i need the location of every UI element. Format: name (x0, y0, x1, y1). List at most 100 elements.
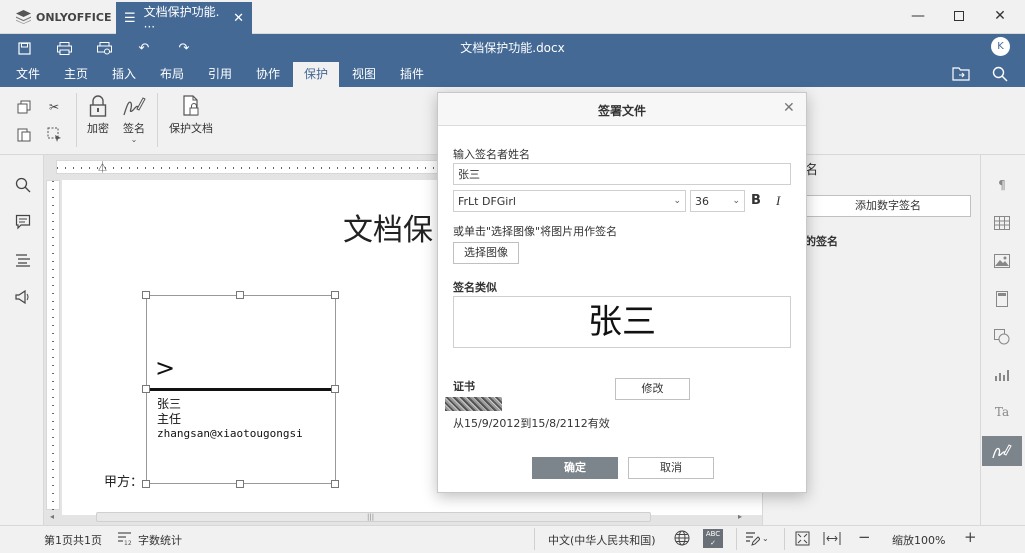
toolbar-divider (157, 93, 158, 147)
resize-handle[interactable] (142, 385, 150, 393)
document-tab[interactable]: ☰ 文档保护功能. ··· ✕ (116, 2, 252, 34)
search-icon[interactable] (992, 66, 1008, 82)
hamburger-icon[interactable]: ☰ (124, 11, 136, 26)
encrypt-label: 加密 (87, 122, 109, 135)
font-name-select[interactable]: FrLt DFGirl ⌄ (453, 190, 686, 212)
zoom-in-icon[interactable]: + (964, 528, 977, 546)
text-art-settings-icon[interactable]: Ta (991, 401, 1013, 423)
signature-line-object[interactable]: > 张三 主任 zhangsan@xiaotougongsi (146, 295, 336, 484)
select-all-icon[interactable] (45, 125, 63, 143)
status-divider (784, 528, 785, 550)
quick-access-bar: ↶ ↷ 文档保护功能.docx K (0, 34, 1025, 62)
spellcheck-icon[interactable]: ABC ✓ (703, 529, 723, 548)
resize-handle[interactable] (236, 480, 244, 488)
document-tab-title: 文档保护功能. ··· (143, 4, 220, 34)
maximize-icon[interactable] (949, 6, 969, 26)
vertical-ruler[interactable] (46, 180, 60, 511)
copy-icon[interactable] (15, 98, 33, 116)
resize-handle[interactable] (331, 291, 339, 299)
tab-layout[interactable]: 布局 (150, 62, 194, 87)
onlyoffice-window: ONLYOFFICE ☰ 文档保护功能. ··· ✕ — ✕ ↶ ↷ 文档保护功… (0, 0, 1025, 553)
signature-preview: 张三 (453, 296, 791, 348)
table-settings-icon[interactable] (991, 212, 1013, 234)
modify-certificate-button[interactable]: 修改 (615, 378, 690, 400)
ok-button[interactable]: 确定 (532, 457, 618, 479)
tab-collaboration[interactable]: 协作 (246, 62, 290, 87)
italic-button[interactable]: I (776, 193, 780, 209)
tab-insert[interactable]: 插入 (102, 62, 146, 87)
image-settings-icon[interactable] (991, 250, 1013, 272)
dialog-header: 签署文件 ✕ (438, 93, 806, 126)
font-size-select[interactable]: 36 ⌄ (690, 190, 745, 212)
font-name-value: FrLt DFGirl (458, 194, 516, 208)
sign-document-dialog: 签署文件 ✕ 输入签名者姓名 FrLt DFGirl ⌄ 36 ⌄ B I 或单… (437, 92, 807, 493)
chevron-down-icon: ⌄ (732, 196, 740, 206)
scroll-right-icon[interactable]: ▸ (738, 512, 742, 521)
bold-button[interactable]: B (751, 193, 761, 208)
tab-protection[interactable]: 保护 (293, 62, 339, 87)
resize-handle[interactable] (331, 385, 339, 393)
comments-icon[interactable] (13, 212, 33, 232)
signature-pen-icon (123, 97, 146, 116)
header-footer-settings-icon[interactable] (991, 288, 1013, 310)
signature-line (147, 388, 335, 391)
ruler-ticks (47, 181, 59, 511)
tab-references[interactable]: 引用 (198, 62, 242, 87)
indent-marker-icon[interactable]: ⏃ (97, 159, 108, 175)
feedback-megaphone-icon[interactable] (13, 287, 33, 307)
navigation-icon[interactable] (13, 250, 33, 270)
signer-name-input[interactable] (453, 163, 791, 185)
certificate-label: 证书 (453, 380, 475, 393)
signature-settings-icon[interactable] (982, 436, 1022, 466)
tab-file[interactable]: 文件 (6, 62, 50, 87)
menu-bar: 文件 主页 插入 布局 引用 协作 保护 视图 插件 (0, 62, 1025, 87)
track-changes-icon[interactable]: ⌄ (745, 530, 771, 547)
scroll-left-icon[interactable]: ◂ (50, 512, 54, 521)
horizontal-scrollbar[interactable]: ||| (96, 512, 651, 522)
word-count-button[interactable]: 字数统计 (138, 532, 182, 548)
chevron-down-icon: ⌄ (673, 196, 681, 206)
fit-width-icon[interactable] (823, 531, 841, 547)
paragraph-settings-icon[interactable]: ¶ (991, 174, 1013, 196)
add-digital-signature-button[interactable]: 添加数字签名 (805, 195, 971, 217)
close-dialog-icon[interactable]: ✕ (783, 100, 795, 116)
globe-icon[interactable] (674, 530, 691, 547)
resize-handle[interactable] (142, 480, 150, 488)
signer-email: zhangsan@xiaotougongsi (157, 427, 303, 440)
tab-view[interactable]: 视图 (342, 62, 386, 87)
minimize-icon[interactable]: — (908, 6, 928, 26)
resize-handle[interactable] (142, 291, 150, 299)
language-selector[interactable]: 中文(中华人民共和国) (548, 532, 656, 548)
status-bar: 第1页共1页 123 字数统计 中文(中华人民共和国) ABC✓ ⌄ − 缩放1… (0, 525, 1025, 553)
party-label: 甲方： (104, 475, 144, 490)
cut-icon[interactable]: ✂ (45, 98, 63, 116)
svg-text:123: 123 (124, 540, 132, 546)
paste-icon[interactable] (15, 125, 33, 143)
protect-document-button[interactable]: 保护文档 (166, 95, 216, 139)
chart-settings-icon[interactable] (991, 364, 1013, 386)
word-count-icon: 123 (117, 531, 136, 547)
page-info[interactable]: 第1页共1页 (44, 532, 102, 548)
close-tab-icon[interactable]: ✕ (233, 11, 244, 26)
fit-page-icon[interactable] (795, 531, 811, 547)
signer-name-label: 输入签名者姓名 (453, 148, 530, 161)
lock-icon (89, 95, 107, 117)
search-icon[interactable] (13, 175, 33, 195)
close-window-icon[interactable]: ✕ (990, 6, 1010, 26)
scroll-grip: ||| (367, 513, 375, 521)
open-location-icon[interactable] (952, 66, 970, 82)
resize-handle[interactable] (236, 291, 244, 299)
app-logo: ONLYOFFICE (16, 9, 112, 25)
zoom-out-icon[interactable]: − (858, 528, 871, 546)
signature-button[interactable]: 签名 ⌄ (119, 95, 149, 147)
resize-handle[interactable] (331, 480, 339, 488)
document-heading: 文档保 (343, 213, 433, 248)
shape-settings-icon[interactable] (991, 326, 1013, 348)
cancel-button[interactable]: 取消 (628, 457, 714, 479)
encrypt-button[interactable]: 加密 (84, 95, 112, 139)
tab-plugins[interactable]: 插件 (390, 62, 434, 87)
user-avatar[interactable]: K (991, 37, 1010, 56)
choose-image-button[interactable]: 选择图像 (453, 242, 519, 264)
zoom-level[interactable]: 缩放100% (892, 532, 945, 548)
tab-home[interactable]: 主页 (54, 62, 98, 87)
